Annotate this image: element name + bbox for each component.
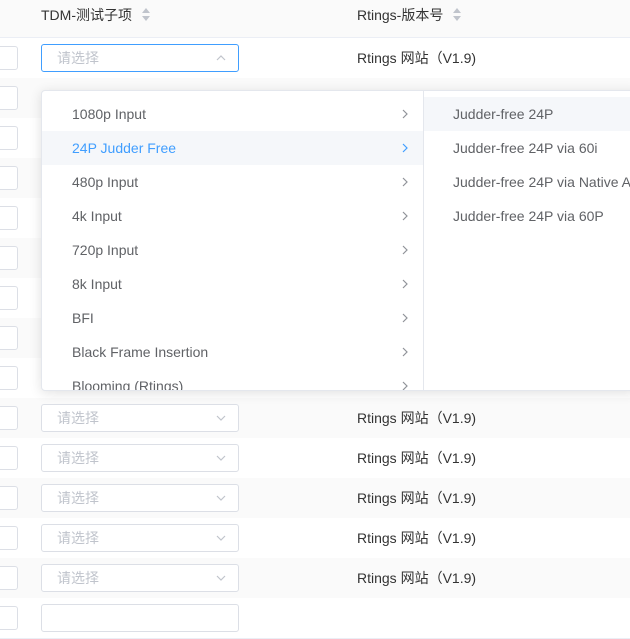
row-input[interactable] [0,446,18,470]
column-header-test-item[interactable]: TDM-测试子项 [41,0,151,37]
chevron-right-icon [402,381,408,390]
chevron-down-icon [216,575,226,581]
version-cell: Rtings 网站（V1.9) [357,410,477,426]
chevron-right-icon [402,313,408,323]
row-input[interactable] [0,366,18,390]
option-label: Blooming (Rtings) [72,378,184,390]
table-row: 请选择 Rtings 网站（V1.9) [0,518,630,559]
select-placeholder: 请选择 [57,570,99,586]
option-label: 8k Input [72,276,122,292]
version-cell: Rtings 网站（V1.9) [357,50,477,66]
test-item-select[interactable]: 请选择 [41,444,239,472]
cascader-option[interactable]: Judder-free 24P via 60i [424,131,630,165]
option-label: Judder-free 24P via 60P [453,208,604,224]
chevron-up-icon [216,55,226,61]
cascader-option[interactable]: Judder-free 24P via Native AV [424,165,630,199]
row-input[interactable] [0,86,18,110]
select-placeholder: 请选择 [57,410,99,426]
cascader-option[interactable]: 720p Input [42,233,423,267]
row-input[interactable] [0,46,18,70]
sort-icon[interactable] [141,8,151,22]
version-cell: Rtings 网站（V1.9) [357,450,477,466]
option-label: BFI [72,310,94,326]
row-input[interactable] [0,246,18,270]
row-input[interactable] [0,286,18,310]
chevron-down-icon [216,455,226,461]
option-label: Judder-free 24P [453,106,554,122]
select-placeholder: 请选择 [57,490,99,506]
test-item-select[interactable]: 请选择 [41,484,239,512]
chevron-right-icon [402,245,408,255]
row-input[interactable] [0,326,18,350]
cascader-option[interactable]: Judder-free 24P via 60P [424,199,630,233]
chevron-down-icon [216,495,226,501]
test-item-select[interactable] [41,604,239,632]
table-row: 请选择 Rtings 网站（V1.9) [0,438,630,479]
row-input[interactable] [0,166,18,190]
test-item-select[interactable]: 请选择 [41,44,239,72]
row-input[interactable] [0,526,18,550]
table-row: 请选择 Rtings 网站（V1.9) [0,38,630,79]
cascader-option[interactable]: Judder-free 24P [424,97,630,131]
select-placeholder: 请选择 [57,50,99,66]
chevron-right-icon [402,279,408,289]
cascader-option[interactable]: 480p Input [42,165,423,199]
test-item-select[interactable]: 请选择 [41,404,239,432]
chevron-right-icon [402,143,408,153]
select-placeholder: 请选择 [57,530,99,546]
column-header-label: Rtings-版本号 [357,7,444,23]
option-label: 1080p Input [72,106,146,122]
cascader-option-selected[interactable]: 24P Judder Free [42,131,423,165]
row-input[interactable] [0,206,18,230]
row-input[interactable] [0,486,18,510]
option-label: 720p Input [72,242,139,258]
row-input[interactable] [0,566,18,590]
test-item-select[interactable]: 请选择 [41,564,239,592]
version-cell: Rtings 网站（V1.9) [357,490,477,506]
option-label: 480p Input [72,174,139,190]
cascader-menu-level2: Judder-free 24P Judder-free 24P via 60i … [424,91,630,390]
column-header-version[interactable]: Rtings-版本号 [357,0,462,37]
option-label: 24P Judder Free [72,140,177,156]
chevron-down-icon [216,535,226,541]
cascader-option[interactable]: BFI [42,301,423,335]
cascader-option[interactable]: Blooming (Rtings) [42,369,423,390]
cascader-menu-level1: 1080p Input 24P Judder Free 480p Input 4… [42,91,424,390]
cascader-option[interactable]: 8k Input [42,267,423,301]
version-cell: Rtings 网站（V1.9) [357,570,477,586]
cascader-option[interactable]: 4k Input [42,199,423,233]
table-row: 请选择 Rtings 网站（V1.9) [0,398,630,439]
select-placeholder: 请选择 [57,450,99,466]
cascader-dropdown: 1080p Input 24P Judder Free 480p Input 4… [41,90,630,391]
table-row [0,598,630,639]
option-label: Black Frame Insertion [72,344,209,360]
cascader-option[interactable]: Black Frame Insertion [42,335,423,369]
chevron-down-icon [216,415,226,421]
sort-icon[interactable] [452,8,462,22]
option-label: Judder-free 24P via Native AV [453,174,630,190]
table-row: 请选择 Rtings 网站（V1.9) [0,478,630,519]
table-header: TDM-测试子项 Rtings-版本号 [0,0,630,38]
version-cell: Rtings 网站（V1.9) [357,530,477,546]
option-label: Judder-free 24P via 60i [453,140,598,156]
table-row: 请选择 Rtings 网站（V1.9) [0,558,630,599]
test-item-select[interactable]: 请选择 [41,524,239,552]
chevron-right-icon [402,177,408,187]
chevron-right-icon [402,347,408,357]
row-input[interactable] [0,406,18,430]
column-header-label: TDM-测试子项 [41,7,132,23]
cascader-option[interactable]: 1080p Input [42,97,423,131]
row-input[interactable] [0,126,18,150]
chevron-right-icon [402,211,408,221]
chevron-right-icon [402,109,408,119]
option-label: 4k Input [72,208,122,224]
